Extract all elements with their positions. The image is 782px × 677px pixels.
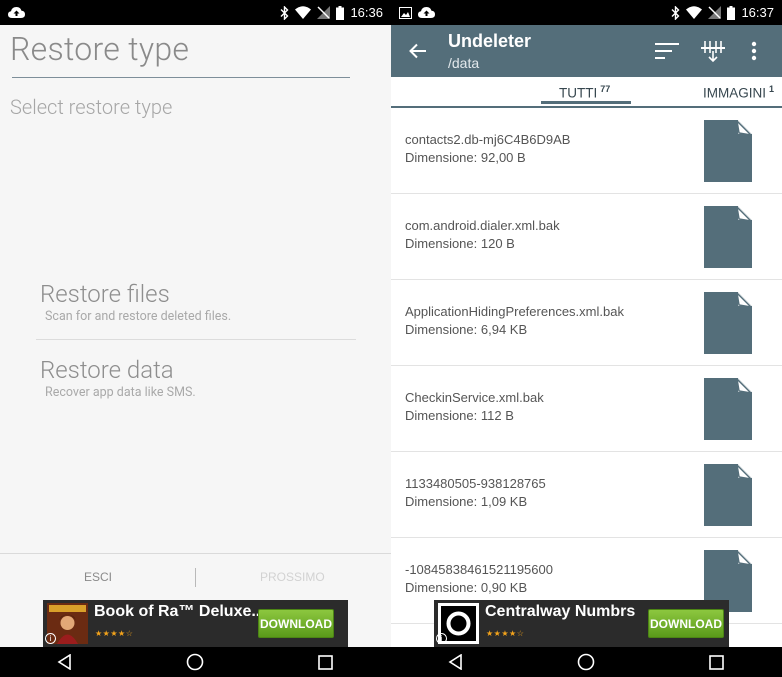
app-title: Undeleter bbox=[448, 31, 532, 51]
file-icon bbox=[704, 376, 754, 440]
tab-label: TUTTI bbox=[559, 85, 598, 101]
file-row[interactable]: CheckinService.xml.bak Dimensione: 112 B bbox=[391, 366, 782, 452]
sort-icon[interactable] bbox=[654, 39, 680, 63]
back-nav-icon[interactable] bbox=[54, 651, 76, 673]
recents-nav-icon[interactable] bbox=[706, 651, 728, 673]
home-nav-icon[interactable] bbox=[184, 651, 206, 673]
tab-label: IMMAGINI bbox=[703, 85, 766, 101]
ad-rating: ★★★★☆ bbox=[95, 629, 134, 638]
option-description: Scan for and restore deleted files. bbox=[45, 309, 232, 324]
category-tabs: TUTTI 77 IMMAGINI 1 bbox=[391, 77, 782, 108]
tab-all[interactable]: TUTTI 77 bbox=[559, 84, 610, 101]
option-divider bbox=[36, 339, 356, 340]
file-size: Dimensione: 6,94 KB bbox=[405, 322, 528, 337]
recents-nav-icon[interactable] bbox=[315, 651, 337, 673]
battery-icon bbox=[727, 5, 736, 20]
restore-data-option[interactable]: Restore data Recover app data like SMS. bbox=[35, 356, 355, 400]
status-bar: 16:36 bbox=[0, 0, 391, 25]
back-arrow-icon[interactable] bbox=[407, 40, 429, 62]
restore-files-option[interactable]: Restore files Scan for and restore delet… bbox=[35, 280, 355, 324]
exit-button[interactable]: ESCI bbox=[84, 570, 112, 584]
file-row[interactable]: 1133480505-938128765 Dimensione: 1,09 KB bbox=[391, 452, 782, 538]
option-description: Recover app data like SMS. bbox=[45, 385, 196, 400]
page-title: Restore type bbox=[10, 30, 190, 68]
ad-download-button[interactable]: DOWNLOAD bbox=[648, 609, 724, 638]
cloud-upload-icon bbox=[418, 6, 435, 19]
file-icon bbox=[704, 290, 754, 354]
file-size: Dimensione: 120 B bbox=[405, 236, 515, 251]
active-tab-indicator bbox=[541, 101, 631, 104]
no-signal-icon bbox=[317, 6, 331, 19]
ad-info-icon[interactable]: i bbox=[45, 633, 56, 644]
file-row[interactable]: com.android.dialer.xml.bak Dimensione: 1… bbox=[391, 194, 782, 280]
title-divider bbox=[12, 77, 350, 78]
file-name: 1133480505-938128765 bbox=[405, 476, 546, 491]
navigation-bar bbox=[0, 647, 391, 677]
ad-banner[interactable]: Book of Ra™ Deluxe... ★★★★☆ DOWNLOAD i bbox=[43, 600, 348, 647]
more-options-icon[interactable] bbox=[747, 39, 761, 63]
file-name: -10845838461521195600 bbox=[405, 562, 553, 577]
file-size: Dimensione: 1,09 KB bbox=[405, 494, 528, 509]
cloud-upload-icon bbox=[8, 6, 25, 19]
status-time: 16:36 bbox=[350, 5, 383, 20]
file-size: Dimensione: 112 B bbox=[405, 408, 514, 423]
ad-download-button[interactable]: DOWNLOAD bbox=[258, 609, 334, 638]
navigation-bar bbox=[391, 647, 782, 677]
page-subtitle: Select restore type bbox=[10, 95, 173, 119]
wizard-footer: ESCI PROSSIMO bbox=[0, 553, 391, 601]
wifi-icon bbox=[295, 6, 312, 19]
file-name: com.android.dialer.xml.bak bbox=[405, 218, 560, 233]
bluetooth-icon bbox=[280, 5, 289, 20]
next-button[interactable]: PROSSIMO bbox=[260, 570, 325, 584]
status-bar: 16:37 bbox=[391, 0, 782, 25]
wifi-icon bbox=[686, 6, 703, 19]
file-size: Dimensione: 0,90 KB bbox=[405, 580, 528, 595]
filter-icon[interactable] bbox=[700, 39, 726, 63]
undeleter-file-list-screen: 16:37 Undeleter /data TUTTI 77 IMMAGINI 1 … bbox=[391, 0, 782, 677]
deleted-file-list: contacts2.db-mj6C4B6D9AB Dimensione: 92,… bbox=[391, 108, 782, 624]
app-toolbar: Undeleter /data bbox=[391, 25, 782, 77]
screenshot-composite: 16:36 Restore type Select restore type R… bbox=[0, 0, 782, 677]
ad-info-icon[interactable]: i bbox=[436, 633, 447, 644]
restore-type-screen: 16:36 Restore type Select restore type R… bbox=[0, 0, 391, 677]
tab-count: 77 bbox=[600, 84, 611, 94]
home-nav-icon[interactable] bbox=[575, 651, 597, 673]
file-name: ApplicationHidingPreferences.xml.bak bbox=[405, 304, 624, 319]
file-name: contacts2.db-mj6C4B6D9AB bbox=[405, 132, 571, 147]
file-name: CheckinService.xml.bak bbox=[405, 390, 544, 405]
back-nav-icon[interactable] bbox=[445, 651, 467, 673]
ad-title: Centralway Numbrs bbox=[485, 603, 636, 620]
file-icon bbox=[704, 118, 754, 182]
ad-banner[interactable]: Centralway Numbrs ★★★★☆ DOWNLOAD i bbox=[434, 600, 729, 647]
file-row[interactable]: ApplicationHidingPreferences.xml.bak Dim… bbox=[391, 280, 782, 366]
ad-title: Book of Ra™ Deluxe... bbox=[94, 603, 265, 620]
option-title: Restore files bbox=[40, 280, 170, 308]
tab-count: 1 bbox=[769, 84, 775, 94]
footer-separator bbox=[195, 568, 196, 587]
battery-icon bbox=[336, 5, 345, 20]
no-signal-icon bbox=[708, 6, 722, 19]
file-row[interactable]: contacts2.db-mj6C4B6D9AB Dimensione: 92,… bbox=[391, 108, 782, 194]
file-icon bbox=[704, 204, 754, 268]
tab-images[interactable]: IMMAGINI 1 bbox=[703, 84, 774, 101]
option-title: Restore data bbox=[40, 356, 174, 384]
ad-rating: ★★★★☆ bbox=[486, 629, 525, 638]
file-size: Dimensione: 92,00 B bbox=[405, 150, 526, 165]
current-path: /data bbox=[448, 55, 480, 71]
image-notification-icon bbox=[399, 6, 412, 19]
bluetooth-icon bbox=[671, 5, 680, 20]
file-icon bbox=[704, 462, 754, 526]
status-time: 16:37 bbox=[741, 5, 774, 20]
